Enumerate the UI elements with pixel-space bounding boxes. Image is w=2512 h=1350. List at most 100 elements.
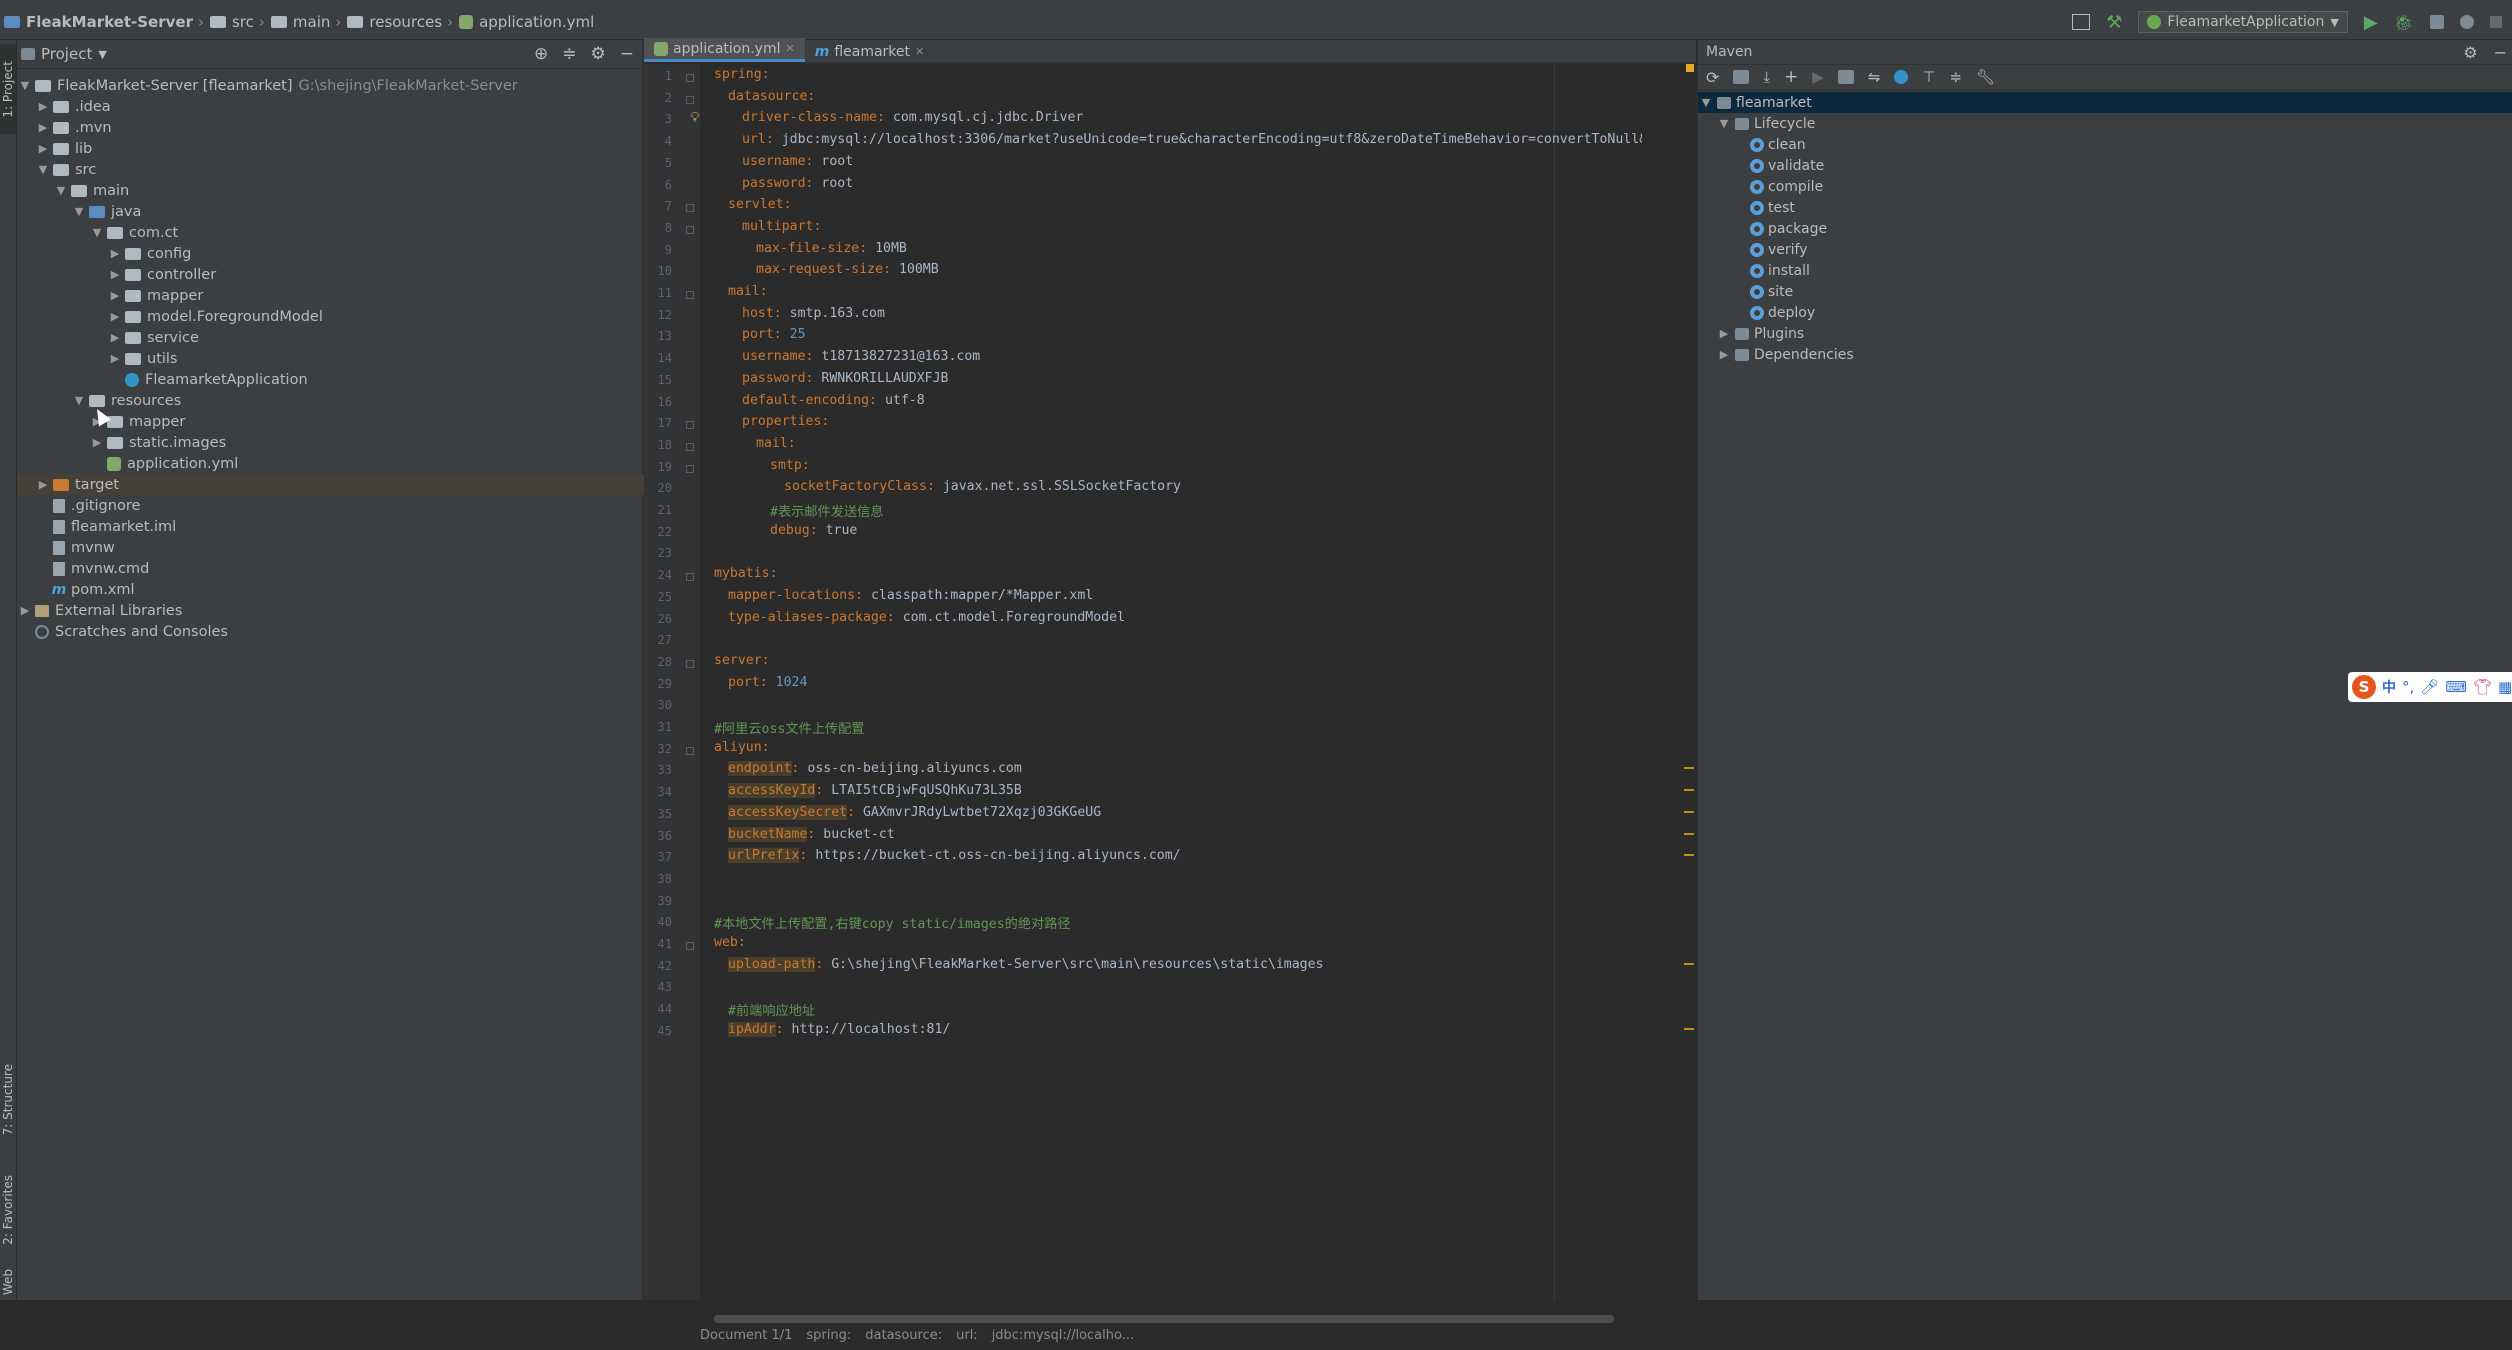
breadcrumb-url[interactable]: url: xyxy=(956,1328,978,1350)
run-configuration-select[interactable]: FleamarketApplication ▼ xyxy=(2138,11,2348,33)
collapse-all-icon[interactable]: ≑ xyxy=(562,44,576,64)
warning-stripe-mark[interactable] xyxy=(1684,854,1694,857)
gear-icon[interactable]: ⚙ xyxy=(591,44,606,64)
keyboard-icon[interactable]: ⌨ xyxy=(2445,678,2467,696)
chevron-right-icon[interactable]: ▶ xyxy=(37,100,49,113)
maven-tree-item[interactable]: site xyxy=(1698,281,2512,302)
fold-marker-icon[interactable] xyxy=(686,464,694,473)
maven-tree-item[interactable]: package xyxy=(1698,218,2512,239)
download-icon[interactable]: ⤓ xyxy=(1763,68,1770,86)
tree-item[interactable]: ▼ java xyxy=(17,201,698,222)
tree-item[interactable]: ▼ resources xyxy=(17,390,698,411)
tree-item[interactable]: fleamarket.iml xyxy=(17,516,662,537)
tree-item[interactable]: ▶ model.ForegroundModel xyxy=(17,306,734,327)
close-icon[interactable]: ✕ xyxy=(786,42,795,55)
intention-bulb-icon[interactable]: 💡︎ xyxy=(690,110,700,126)
fold-marker-icon[interactable] xyxy=(686,659,694,668)
chevron-down-icon[interactable]: ▼ xyxy=(37,163,49,176)
tree-item[interactable]: ▶ static.images xyxy=(17,432,716,453)
toolbox-icon[interactable]: ▦ xyxy=(2498,678,2512,696)
chevron-down-icon[interactable]: ▼ xyxy=(91,226,103,239)
maven-tree-item[interactable]: ▼ Lifecycle xyxy=(1698,113,2512,134)
tree-item[interactable]: ▶ External Libraries xyxy=(17,600,644,621)
coverage-icon[interactable] xyxy=(2430,15,2444,29)
tree-item[interactable]: ▼ FleakMarket-Server [fleamarket] G:\sheji… xyxy=(17,75,644,96)
tree-item[interactable]: ▶ .mvn xyxy=(17,117,662,138)
tree-item[interactable]: ▶ utils xyxy=(17,348,734,369)
tree-item[interactable]: ▶ lib xyxy=(17,138,662,159)
project-view-select[interactable]: Project xyxy=(41,45,92,63)
tree-item[interactable]: ▼ com.ct xyxy=(17,222,716,243)
maven-tree-item[interactable]: ▶ Dependencies xyxy=(1698,344,2512,365)
chevron-down-icon[interactable]: ▼ xyxy=(19,79,31,92)
maven-tree-item[interactable]: ▶ Plugins xyxy=(1698,323,2512,344)
hide-icon[interactable]: − xyxy=(620,44,634,64)
breadcrumb-datasource[interactable]: datasource: xyxy=(865,1328,942,1350)
tree-item[interactable]: ▶ mapper xyxy=(17,411,716,432)
chevron-down-icon[interactable]: ▼ xyxy=(1700,96,1712,109)
tree-item[interactable]: mvnw xyxy=(17,537,662,558)
gear-icon[interactable]: ⚙ xyxy=(2463,43,2477,62)
fold-marker-icon[interactable] xyxy=(686,942,694,950)
tree-item[interactable]: .gitignore xyxy=(17,495,662,516)
chevron-right-icon[interactable]: ▶ xyxy=(37,478,49,491)
breadcrumb-url-value[interactable]: jdbc:mysql://localho... xyxy=(992,1328,1134,1350)
warning-stripe-mark[interactable] xyxy=(1684,810,1694,813)
maven-tree-item[interactable]: test xyxy=(1698,197,2512,218)
ime-toolbar[interactable]: S 中 °, 🎤︎ ⌨ 👕︎ ▦ xyxy=(2348,672,2512,702)
collapse-all-icon[interactable]: ≑ xyxy=(1950,68,1963,86)
breadcrumb-main[interactable]: main xyxy=(270,13,330,31)
fold-marker-icon[interactable] xyxy=(686,74,694,82)
maven-tree-item[interactable]: install xyxy=(1698,260,2512,281)
fold-marker-icon[interactable] xyxy=(686,421,694,430)
show-dependencies-icon[interactable]: ⊤ xyxy=(1922,68,1935,86)
maven-tree-item[interactable]: validate xyxy=(1698,155,2512,176)
warning-stripe-mark[interactable] xyxy=(1684,1027,1694,1030)
chevron-right-icon[interactable]: ▶ xyxy=(109,331,121,344)
horizontal-scrollbar[interactable] xyxy=(714,1315,1614,1323)
warning-stripe-mark[interactable] xyxy=(1684,789,1694,792)
tab-fleamarket[interactable]: m fleamarket ✕ xyxy=(805,41,935,62)
locate-icon[interactable]: ⊕ xyxy=(534,44,548,64)
wrench-icon[interactable]: 🔧︎ xyxy=(1976,68,1995,86)
tree-item[interactable]: ▶ service xyxy=(17,327,734,348)
tree-item[interactable]: Scratches and Consoles xyxy=(17,621,644,642)
run-icon[interactable]: ▶ xyxy=(2364,12,2378,33)
maven-tree-item[interactable]: clean xyxy=(1698,134,2512,155)
profile-icon[interactable] xyxy=(2460,15,2474,29)
tree-item[interactable]: FleamarketApplication xyxy=(17,369,734,390)
web-tool-tab[interactable]: Web xyxy=(0,1265,16,1300)
chevron-right-icon[interactable]: ▶ xyxy=(109,352,121,365)
chevron-down-icon[interactable]: ▼ xyxy=(55,184,67,197)
breadcrumb-file[interactable]: application.yml xyxy=(459,13,594,31)
hide-icon[interactable]: − xyxy=(2494,43,2507,62)
fold-marker-icon[interactable] xyxy=(686,442,694,451)
breadcrumb-resources[interactable]: resources xyxy=(347,13,442,31)
layout-icon[interactable] xyxy=(2072,14,2091,30)
skip-tests-icon[interactable] xyxy=(1894,70,1909,84)
fold-marker-icon[interactable] xyxy=(686,204,694,213)
warning-stripe-mark[interactable] xyxy=(1684,767,1694,770)
chevron-right-icon[interactable]: ▶ xyxy=(37,142,49,155)
chevron-right-icon[interactable]: ▶ xyxy=(19,604,31,617)
chevron-right-icon[interactable]: ▶ xyxy=(109,289,121,302)
stop-icon[interactable] xyxy=(2490,16,2502,28)
chevron-right-icon[interactable]: ▶ xyxy=(109,247,121,260)
tree-item[interactable]: ▼ main xyxy=(17,180,680,201)
tree-item[interactable]: m pom.xml xyxy=(17,579,662,600)
chevron-down-icon[interactable]: ▼ xyxy=(98,48,106,61)
project-tool-tab[interactable]: 1: Project xyxy=(0,44,16,134)
debug-icon[interactable]: 🐞︎ xyxy=(2394,13,2414,32)
tree-item[interactable]: application.yml xyxy=(17,453,716,474)
chevron-right-icon[interactable]: ▶ xyxy=(91,436,103,449)
structure-tool-tab[interactable]: 7: Structure xyxy=(0,1050,16,1150)
chevron-down-icon[interactable]: ▼ xyxy=(73,205,85,218)
warning-stripe-mark[interactable] xyxy=(1684,832,1694,835)
maven-tree-item[interactable]: compile xyxy=(1698,176,2512,197)
close-icon[interactable]: ✕ xyxy=(915,45,924,58)
toggle-offline-icon[interactable]: ⇋ xyxy=(1868,68,1881,86)
chevron-right-icon[interactable]: ▶ xyxy=(1718,348,1730,361)
tab-application-yml[interactable]: application.yml ✕ xyxy=(644,38,805,62)
punctuation-icon[interactable]: °, xyxy=(2402,678,2414,696)
maven-tree-item[interactable]: ▼ fleamarket xyxy=(1698,92,2512,113)
